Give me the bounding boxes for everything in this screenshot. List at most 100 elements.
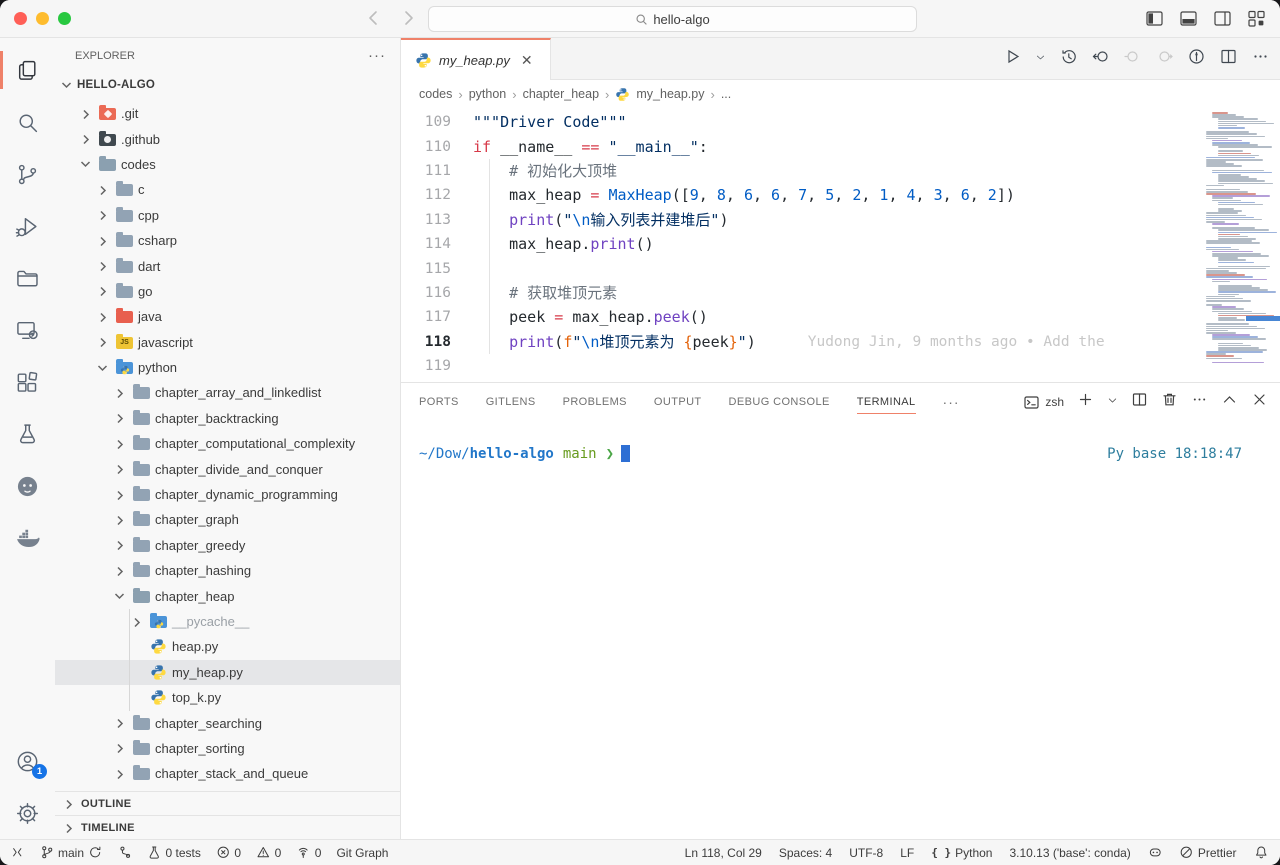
tree-item-chapter-heap[interactable]: chapter_heap xyxy=(55,583,400,608)
gitlens-indicator[interactable] xyxy=(118,845,133,860)
tree-item-csharp[interactable]: csharp xyxy=(55,228,400,253)
previous-change-icon[interactable] xyxy=(1123,47,1142,71)
errors-indicator[interactable]: 0 xyxy=(216,845,241,860)
activity-search-icon[interactable] xyxy=(0,96,55,148)
timeline-section[interactable]: TIMELINE xyxy=(55,815,400,839)
project-root-row[interactable]: HELLO-ALGO xyxy=(55,73,400,97)
language-mode[interactable]: { }Python xyxy=(931,846,992,860)
tree-item--pycache-[interactable]: __pycache__ xyxy=(55,609,400,634)
breadcrumb-item[interactable]: ... xyxy=(721,87,731,101)
tree-item-chapter-searching[interactable]: chapter_searching xyxy=(55,710,400,735)
indentation[interactable]: Spaces: 4 xyxy=(779,846,832,860)
activity-remote-explorer-icon[interactable] xyxy=(0,304,55,356)
tree-item-my-heap-py[interactable]: my_heap.py xyxy=(55,660,400,685)
maximize-panel-icon[interactable] xyxy=(1221,391,1238,413)
tree-item-chapter-divide-and-conquer[interactable]: chapter_divide_and_conquer xyxy=(55,456,400,481)
panel-tab-terminal[interactable]: TERMINAL xyxy=(857,383,916,421)
terminal-shell-chip[interactable]: zsh xyxy=(1023,394,1064,411)
remote-indicator[interactable] xyxy=(10,845,25,860)
run-python-file-icon[interactable] xyxy=(1003,47,1022,71)
copilot[interactable] xyxy=(1148,845,1163,860)
activity-run-debug-icon[interactable] xyxy=(0,200,55,252)
ports-indicator[interactable]: 0 xyxy=(296,845,321,860)
tests-indicator[interactable]: 0 tests xyxy=(147,845,201,860)
activity-source-control-icon[interactable] xyxy=(0,148,55,200)
code-editor[interactable]: 109"""Driver Code"""110if __name__ == "_… xyxy=(401,108,1280,382)
tree-item-chapter-sorting[interactable]: chapter_sorting xyxy=(55,736,400,761)
panel-tab-problems[interactable]: PROBLEMS xyxy=(563,383,627,421)
panel-tab-ports[interactable]: PORTS xyxy=(419,383,459,421)
commit-graph-icon[interactable] xyxy=(1187,47,1206,71)
nav-forward-icon[interactable] xyxy=(398,8,418,33)
tree-item-chapter-computational-complexity[interactable]: chapter_computational_complexity xyxy=(55,431,400,456)
tree-item-python[interactable]: python xyxy=(55,355,400,380)
activity-docker-icon[interactable] xyxy=(0,512,55,564)
nav-back-icon[interactable] xyxy=(364,8,384,33)
terminal-dropdown-icon[interactable] xyxy=(1107,393,1118,411)
open-changes-icon[interactable] xyxy=(1091,47,1110,71)
notifications[interactable] xyxy=(1254,845,1269,860)
file-history-icon[interactable] xyxy=(1059,47,1078,71)
tree-item-java[interactable]: java xyxy=(55,304,400,329)
tree-item-heap-py[interactable]: heap.py xyxy=(55,634,400,659)
split-editor-icon[interactable] xyxy=(1219,47,1238,71)
tree-item-chapter-graph[interactable]: chapter_graph xyxy=(55,507,400,532)
toggle-panel-icon[interactable] xyxy=(1179,9,1198,33)
more-actions-icon[interactable]: ··· xyxy=(368,47,386,64)
breadcrumb-item[interactable]: my_heap.py xyxy=(636,87,704,101)
git-graph[interactable]: Git Graph xyxy=(336,846,388,860)
panel-more-tabs-icon[interactable]: ··· xyxy=(943,394,960,410)
breadcrumb-item[interactable]: codes xyxy=(419,87,452,101)
editor-more-actions-icon[interactable] xyxy=(1251,47,1270,71)
eol[interactable]: LF xyxy=(900,846,914,860)
run-dropdown-icon[interactable] xyxy=(1035,50,1046,68)
new-terminal-icon[interactable] xyxy=(1077,391,1094,413)
tree-item--git[interactable]: .git xyxy=(55,101,400,126)
close-tab-icon[interactable]: ✕ xyxy=(521,52,533,69)
tree-item--github[interactable]: .github xyxy=(55,126,400,151)
minimize-window-button[interactable] xyxy=(36,12,49,25)
close-window-button[interactable] xyxy=(14,12,27,25)
kill-terminal-icon[interactable] xyxy=(1161,391,1178,413)
terminal-body[interactable]: ~/Dow/hello-algo main ❯ Py base 18:18:47 xyxy=(401,421,1280,839)
python-interpreter[interactable]: 3.10.13 ('base': conda) xyxy=(1009,846,1130,860)
tree-item-chapter-array-and-linkedlist[interactable]: chapter_array_and_linkedlist xyxy=(55,380,400,405)
branch-indicator[interactable]: main xyxy=(40,845,103,860)
toggle-secondary-sidebar-icon[interactable] xyxy=(1213,9,1232,33)
activity-github-icon[interactable] xyxy=(0,460,55,512)
tab-my-heap[interactable]: my_heap.py ✕ xyxy=(401,38,551,80)
outline-section[interactable]: OUTLINE xyxy=(55,791,400,815)
breadcrumb-item[interactable]: python xyxy=(469,87,507,101)
warnings-indicator[interactable]: 0 xyxy=(256,845,281,860)
tree-item-top-k-py[interactable]: top_k.py xyxy=(55,685,400,710)
zoom-window-button[interactable] xyxy=(58,12,71,25)
command-center-search[interactable]: hello-algo xyxy=(428,6,917,32)
cursor-position[interactable]: Ln 118, Col 29 xyxy=(685,846,762,860)
panel-tab-debug-console[interactable]: DEBUG CONSOLE xyxy=(729,383,830,421)
close-panel-icon[interactable] xyxy=(1251,391,1268,413)
activity-settings-icon[interactable] xyxy=(0,787,55,839)
encoding[interactable]: UTF-8 xyxy=(849,846,883,860)
tree-item-chapter-hashing[interactable]: chapter_hashing xyxy=(55,558,400,583)
toggle-primary-sidebar-icon[interactable] xyxy=(1145,9,1164,33)
panel-tab-output[interactable]: OUTPUT xyxy=(654,383,702,421)
minimap[interactable] xyxy=(1194,108,1280,382)
panel-more-actions-icon[interactable] xyxy=(1191,391,1208,413)
tree-item-javascript[interactable]: JSjavascript xyxy=(55,330,400,355)
tree-item-chapter-stack-and-queue[interactable]: chapter_stack_and_queue xyxy=(55,761,400,786)
activity-extensions-icon[interactable] xyxy=(0,356,55,408)
activity-project-folder-icon[interactable] xyxy=(0,252,55,304)
tree-item-chapter-backtracking[interactable]: chapter_backtracking xyxy=(55,406,400,431)
tree-item-codes[interactable]: codes xyxy=(55,152,400,177)
tree-item-c[interactable]: c xyxy=(55,177,400,202)
activity-testing-icon[interactable] xyxy=(0,408,55,460)
tree-item-dart[interactable]: dart xyxy=(55,253,400,278)
split-terminal-icon[interactable] xyxy=(1131,391,1148,413)
customize-layout-icon[interactable] xyxy=(1247,9,1266,33)
tree-item-chapter-greedy[interactable]: chapter_greedy xyxy=(55,533,400,558)
tree-item-go[interactable]: go xyxy=(55,279,400,304)
activity-account-icon[interactable]: 1 xyxy=(0,735,55,787)
prettier[interactable]: Prettier xyxy=(1179,845,1236,860)
tree-item-cpp[interactable]: cpp xyxy=(55,203,400,228)
next-change-icon[interactable] xyxy=(1155,47,1174,71)
